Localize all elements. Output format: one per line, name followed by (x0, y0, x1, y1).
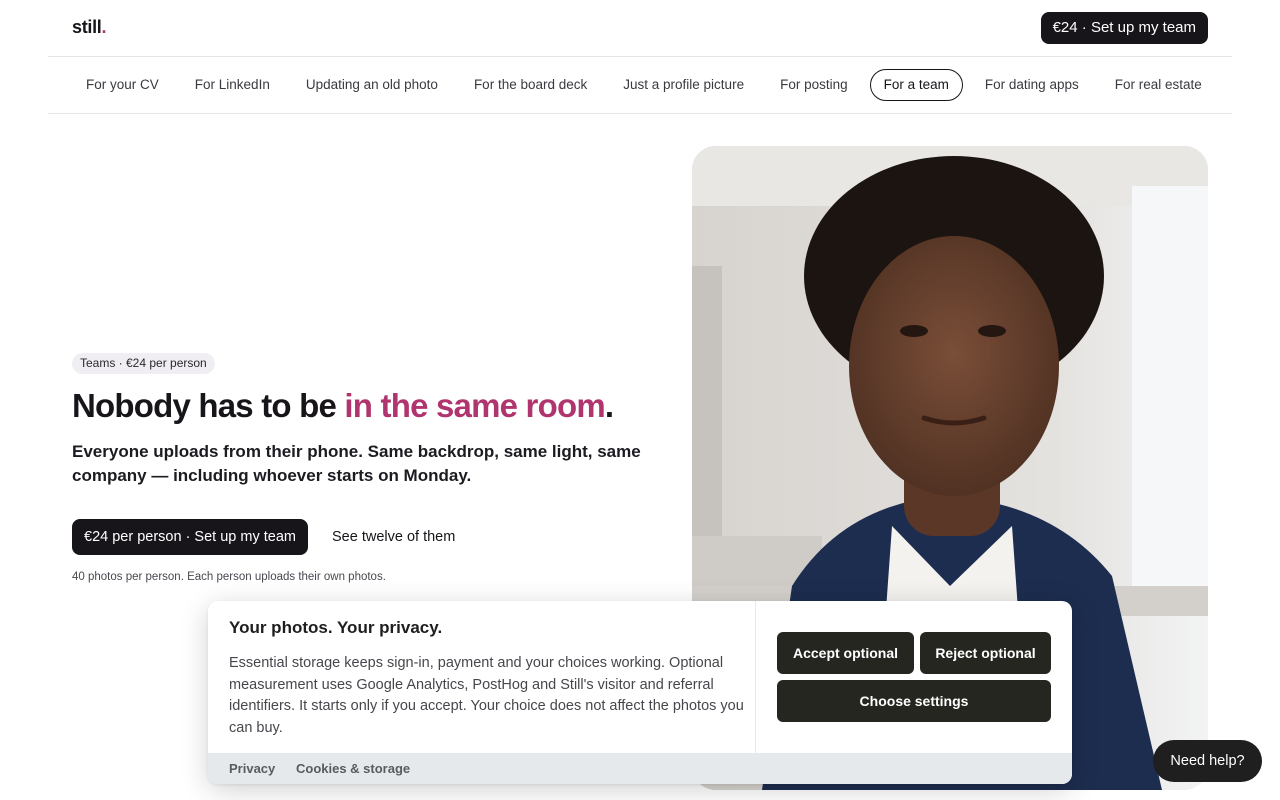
tab-for-real-estate[interactable]: For real estate (1101, 69, 1216, 101)
teams-price-pill: Teams · €24 per person (72, 353, 215, 374)
page-title: Nobody has to be in the same room. (72, 386, 672, 426)
headline-accent: in the same room (344, 387, 605, 424)
tab-for-dating-apps[interactable]: For dating apps (971, 69, 1093, 101)
need-help-button[interactable]: Need help? (1153, 740, 1262, 782)
reject-optional-button[interactable]: Reject optional (920, 632, 1051, 674)
logo[interactable]: still. (72, 17, 107, 38)
tab-for-linkedin[interactable]: For LinkedIn (181, 69, 284, 101)
cookie-title: Your photos. Your privacy. (229, 618, 443, 637)
privacy-link[interactable]: Privacy (229, 761, 275, 776)
setup-team-button-header[interactable]: €24 · Set up my team (1040, 12, 1208, 44)
see-examples-link[interactable]: See twelve of them (332, 519, 455, 555)
cookie-consent-banner: Your photos. Your privacy. Essential sto… (208, 601, 1072, 784)
subheadline: Everyone uploads from their phone. Same … (72, 442, 641, 485)
tab-for-your-cv[interactable]: For your CV (72, 69, 173, 101)
tabs-row: For your CV For LinkedIn Updating an old p… (72, 69, 1232, 101)
tab-for-a-team[interactable]: For a team (869, 69, 963, 101)
logo-dot: . (101, 17, 107, 37)
site-header: still. €24 · Set up my team (48, 0, 1232, 57)
headline-end: . (604, 387, 614, 424)
tab-for-posting[interactable]: For posting (766, 69, 862, 101)
tab-just-a-profile-picture[interactable]: Just a profile picture (609, 69, 758, 101)
logo-text: still (72, 17, 102, 37)
fine-print: 40 photos per person. Each person upload… (72, 571, 386, 583)
accept-optional-button[interactable]: Accept optional (777, 632, 914, 674)
tab-f[interactable]: F (1224, 69, 1232, 101)
tab-updating-an-old-photo[interactable]: Updating an old photo (292, 69, 452, 101)
choose-settings-button[interactable]: Choose settings (777, 680, 1051, 722)
cookie-footer: Privacy Cookies & storage (208, 753, 1072, 784)
cookies-storage-link[interactable]: Cookies & storage (296, 761, 410, 776)
use-case-tabs: For your CV For LinkedIn Updating an old p… (48, 57, 1232, 114)
cookie-divider (755, 601, 756, 753)
headline-start: Nobody has to be (72, 387, 345, 424)
cookie-description: Essential storage keeps sign-in, payment… (229, 655, 744, 736)
setup-team-button[interactable]: €24 per person · Set up my team (72, 519, 308, 555)
tab-for-the-board-deck[interactable]: For the board deck (460, 69, 601, 101)
